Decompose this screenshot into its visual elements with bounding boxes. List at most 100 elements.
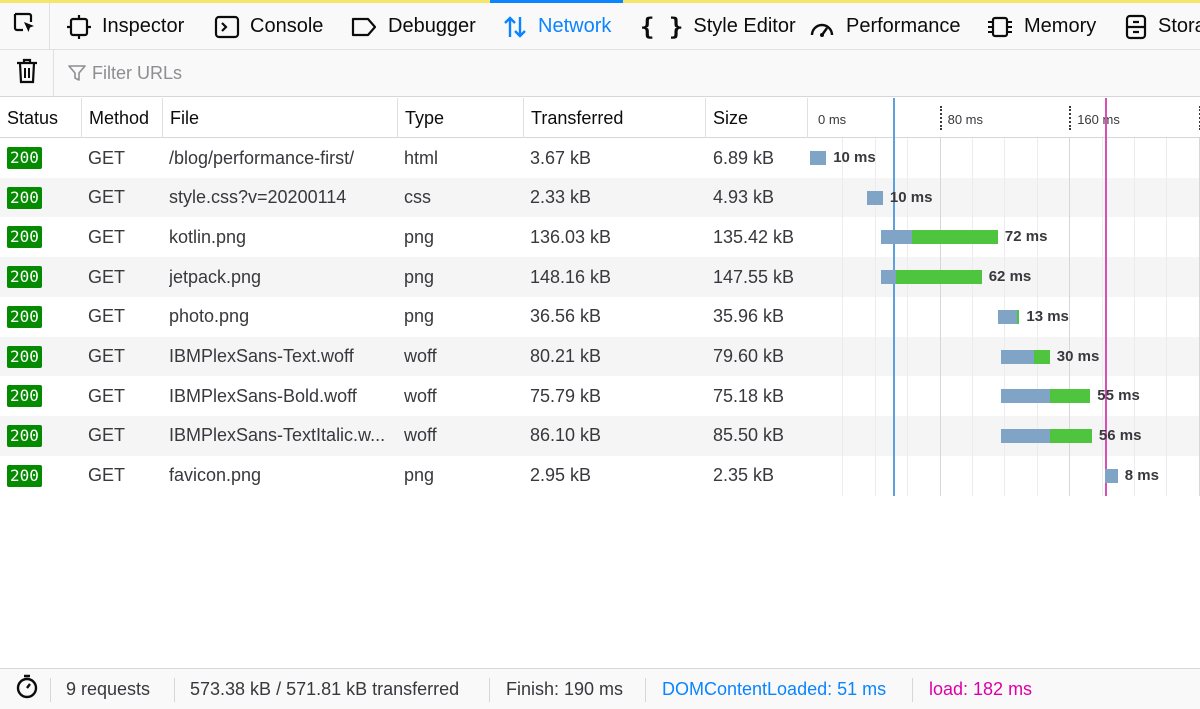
tab-network[interactable]: Network	[489, 0, 624, 50]
waterfall-wait-bar	[866, 190, 883, 205]
status-badge: 200	[7, 305, 42, 328]
tab-storage[interactable]: Stora	[1124, 3, 1200, 50]
tab-label: Stora	[1158, 15, 1200, 37]
status-cell: 200	[7, 217, 77, 257]
filter-bar	[0, 50, 1200, 97]
file-cell: IBMPlexSans-Bold.woff	[169, 385, 357, 406]
transferred-cell: 86.10 kB	[530, 425, 602, 446]
size-cell: 2.35 kB	[713, 465, 775, 486]
status-cell: 200	[7, 257, 77, 297]
size-cell: 147.55 kB	[713, 266, 795, 287]
storage-icon	[1124, 14, 1148, 40]
waterfall-timing-label: 55 ms	[1097, 387, 1140, 405]
status-cell: 200	[7, 138, 77, 178]
style-editor-icon: { }	[640, 12, 684, 41]
table-row[interactable]: 200 GET favicon.png png 2.95 kB 2.35 kB	[0, 455, 1200, 496]
request-count: 9 requests	[66, 679, 151, 699]
column-header-transferred[interactable]: Transferred	[524, 98, 706, 138]
status-badge: 200	[7, 186, 42, 209]
column-header-file[interactable]: File	[163, 98, 398, 138]
size-cell: 6.89 kB	[713, 147, 775, 168]
type-cell: png	[404, 226, 435, 247]
waterfall-timing-label: 8 ms	[1124, 466, 1159, 484]
status-badge: 200	[7, 345, 42, 368]
transferred-cell: 148.16 kB	[530, 266, 612, 287]
transfer-summary: 573.38 kB / 571.81 kB transferred	[190, 679, 460, 699]
column-header-size[interactable]: Size	[706, 98, 808, 138]
dom-content-loaded-marker	[892, 98, 895, 496]
tab-label: Inspector	[102, 15, 185, 37]
size-cell: 4.93 kB	[713, 187, 775, 208]
status-badge: 200	[7, 385, 42, 408]
size-cell: 35.96 kB	[713, 306, 785, 327]
tab-label: Console	[250, 15, 324, 37]
waterfall-wait-bar	[997, 309, 1018, 324]
clear-button[interactable]	[0, 50, 54, 96]
type-cell: woff	[404, 425, 437, 446]
tab-console[interactable]: Console	[214, 3, 323, 50]
element-picker-icon	[12, 11, 38, 42]
waterfall-timing-label: 62 ms	[988, 268, 1032, 286]
table-row[interactable]: 200 GET photo.png png 36.56 kB 35.96 kB	[0, 296, 1200, 337]
type-cell: css	[404, 187, 431, 208]
tab-label: Debugger	[388, 15, 476, 37]
file-cell: style.css?v=20200114	[169, 187, 347, 208]
waterfall-timing-label: 30 ms	[1056, 347, 1100, 365]
filter-urls-input[interactable]	[58, 58, 1158, 88]
tab-debugger[interactable]: Debugger	[350, 3, 476, 50]
method-cell: GET	[88, 465, 126, 486]
status-cell: 200	[7, 456, 77, 496]
column-header-status[interactable]: Status	[0, 98, 82, 138]
waterfall-timing-label: 56 ms	[1098, 426, 1142, 444]
file-cell: jetpack.png	[169, 266, 262, 287]
waterfall-timing-label: 10 ms	[889, 188, 933, 206]
column-header-label: Transferred	[531, 107, 624, 128]
column-header-label: Status	[7, 107, 59, 128]
waterfall-wait-bar	[1001, 389, 1050, 404]
tab-style-editor[interactable]: { } Style Editor	[640, 3, 796, 50]
devtools-toolbar: Inspector Console Debugger Network {} S…	[0, 0, 1200, 50]
type-cell: png	[404, 306, 435, 327]
waterfall-tick-label: 0 ms	[818, 112, 847, 127]
status-badge: 200	[7, 424, 42, 447]
tab-performance[interactable]: Performance	[808, 3, 961, 50]
column-header-label: Type	[405, 107, 445, 128]
element-picker-button[interactable]	[0, 3, 50, 50]
size-cell: 75.18 kB	[713, 385, 785, 406]
size-cell: 85.50 kB	[713, 425, 785, 446]
table-row[interactable]: 200 GET style.css?v=20200114 css 2.33 kB 4.93…	[0, 177, 1200, 218]
network-monitor: Inspector Console Debugger Network {} S…	[0, 0, 1200, 709]
waterfall-timing-label: 72 ms	[1004, 228, 1048, 246]
trash-icon	[15, 57, 39, 90]
status-cell: 200	[7, 297, 77, 337]
waterfall-receive-bar	[1049, 428, 1092, 443]
column-header-method[interactable]: Method	[82, 98, 163, 138]
status-badge: 200	[7, 226, 42, 249]
console-icon	[214, 15, 240, 39]
tab-inspector[interactable]: Inspector	[66, 3, 184, 50]
method-cell: GET	[88, 346, 126, 366]
file-cell: favicon.png	[169, 465, 262, 486]
tab-label: Memory	[1024, 15, 1097, 37]
file-cell: IBMPlexSans-Text.woff	[169, 346, 354, 366]
status-cell: 200	[7, 178, 77, 218]
waterfall-receive-bar	[912, 230, 998, 245]
tab-label: Style Editor	[693, 15, 796, 37]
waterfall-receive-bar	[895, 270, 982, 285]
status-cell: 200	[7, 376, 77, 416]
waterfall-receive-bar	[1017, 309, 1020, 324]
waterfall-tick-label: 160 ms	[1077, 112, 1120, 127]
column-header-type[interactable]: Type	[398, 98, 524, 138]
column-header-waterfall[interactable]: 0 ms 80 ms 160 ms	[808, 98, 1200, 138]
waterfall-wait-bar	[810, 151, 827, 165]
status-badge: 200	[7, 266, 42, 289]
type-cell: png	[404, 465, 435, 486]
waterfall-timing-label: 13 ms	[1026, 307, 1069, 325]
transferred-cell: 36.56 kB	[530, 306, 602, 327]
performance-analysis-button[interactable]	[14, 669, 40, 709]
method-cell: GET	[88, 306, 126, 327]
transferred-cell: 136.03 kB	[530, 226, 612, 247]
tab-label: Network	[538, 15, 612, 37]
table-row[interactable]: 200 GET/blog/performance-first/html 3.67 k…	[0, 138, 1200, 178]
tab-memory[interactable]: Memory	[986, 3, 1096, 50]
